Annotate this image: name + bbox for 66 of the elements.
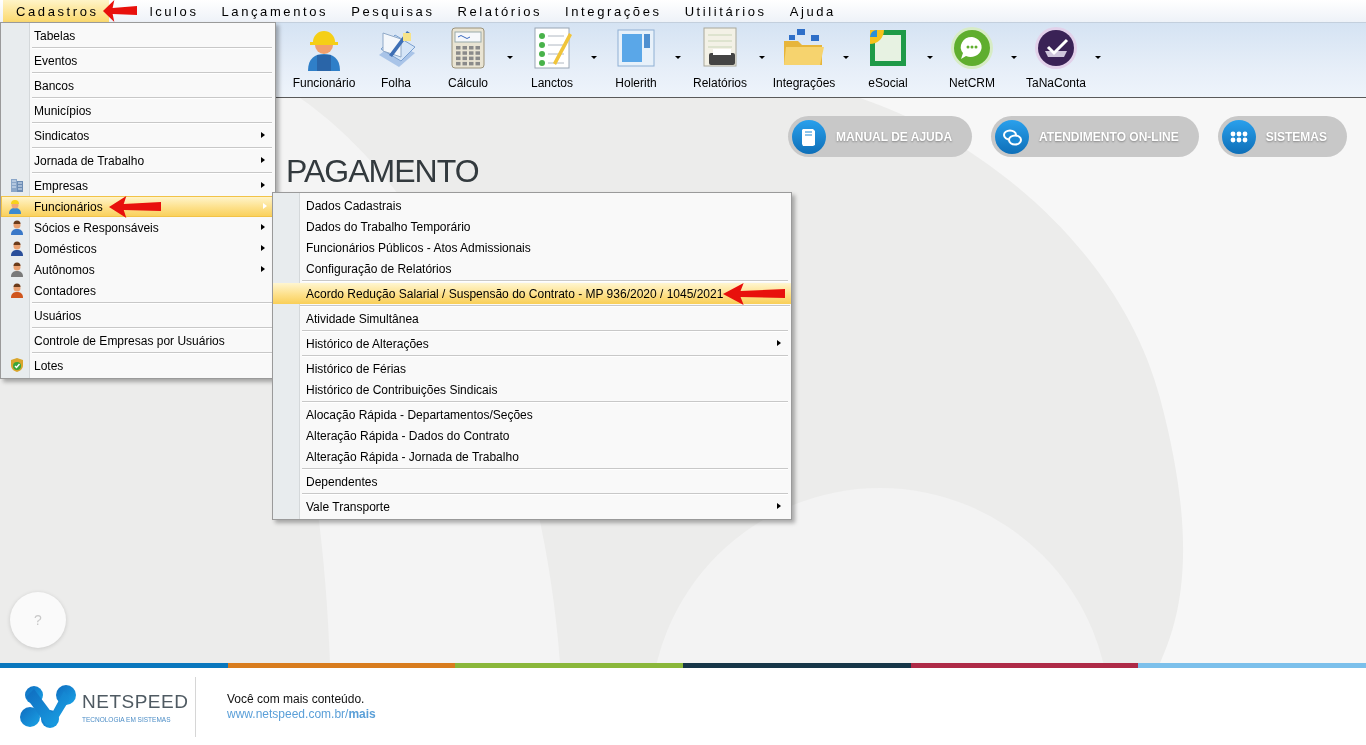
menu-item[interactable]: Alocação Rápida - Departamentos/Seções (275, 404, 789, 425)
menu-bar-item[interactable]: Relatórios (444, 0, 553, 22)
menu-bar-item[interactable]: lculos (136, 0, 209, 22)
grid-icon (1221, 119, 1256, 154)
menu-item[interactable]: Jornada de Trabalho (3, 150, 273, 175)
menu-item[interactable]: Alteração Rápida - Dados do Contrato (275, 425, 789, 446)
dropdown-caret-icon[interactable] (675, 56, 681, 59)
toolbar-button[interactable]: Holerith (600, 23, 672, 90)
building-icon (9, 177, 25, 193)
dropdown-caret-icon[interactable] (843, 56, 849, 59)
menu-item[interactable]: Bancos (3, 75, 273, 100)
menu-item[interactable]: Configuração de Relatórios (275, 258, 789, 283)
menu-item[interactable]: Sindicatos (3, 125, 273, 150)
toolbar-button[interactable]: Folha (360, 23, 432, 90)
menu-item[interactable]: Autônomos (3, 259, 273, 280)
dropdown-caret-icon[interactable] (1095, 56, 1101, 59)
menu-item[interactable]: Histórico de Contribuições Sindicais (275, 379, 789, 404)
menu-item[interactable]: Municípios (3, 100, 273, 125)
toolbar-button[interactable]: Integrações (768, 23, 840, 90)
menu-item[interactable]: Funcionários Públicos - Atos Admissionais (275, 237, 789, 258)
menu-item[interactable]: Sócios e Responsáveis (3, 217, 273, 238)
dropdown-caret-icon[interactable] (507, 56, 513, 59)
menu-bar-item[interactable]: Integrações (552, 0, 672, 22)
dropdown-caret-icon[interactable] (1011, 56, 1017, 59)
toolbar-button[interactable]: Lanctos (516, 23, 588, 90)
menu-bar-item[interactable]: Cadastros (3, 0, 109, 22)
menu-item[interactable]: Empresas (3, 175, 273, 196)
menu-item[interactable]: Histórico de Alterações (275, 333, 789, 358)
menu-item[interactable]: Dados do Trabalho Temporário (275, 216, 789, 237)
chat-icon (995, 119, 1030, 154)
dropdown-caret-icon[interactable] (591, 56, 597, 59)
menu-item[interactable]: Dados Cadastrais (275, 195, 789, 216)
menu-item[interactable]: Alteração Rápida - Jornada de Trabalho (275, 446, 789, 471)
chat-bubble-icon (949, 25, 995, 71)
footer-message: Você com mais conteúdo. (227, 691, 366, 707)
menu-item[interactable]: Contadores (3, 280, 273, 305)
menu-bar-item[interactable]: Pesquisas (338, 0, 445, 22)
menu-item[interactable]: Acordo Redução Salarial / Suspensão do Contrato - MP 936/2020 / 1045/2021 (273, 283, 791, 308)
menu-item[interactable]: Histórico de Férias (275, 358, 789, 379)
book-icon (792, 119, 827, 154)
menu-item[interactable]: Funcionários (1, 196, 275, 217)
menu-item[interactable]: Tabelas (3, 25, 273, 50)
menu-item[interactable]: Domésticos (3, 238, 273, 259)
menu-bar-item[interactable]: Lançamentos (208, 0, 339, 22)
menu-item[interactable]: Eventos (3, 50, 273, 75)
toolbar-button[interactable]: Cálculo (432, 23, 504, 90)
menu-item[interactable]: Lotes (3, 355, 273, 376)
menu-item[interactable]: Atividade Simultânea (275, 308, 789, 333)
menu-item[interactable]: Usuários (3, 305, 273, 330)
menu-item[interactable]: Dependentes (275, 471, 789, 496)
checkmark-icon (1033, 25, 1079, 71)
toolbar-button[interactable]: NetCRM (936, 23, 1008, 90)
menu-item[interactable]: Controle de Empresas por Usuários (3, 330, 273, 355)
menu-bar-item[interactable]: Utilitários (671, 0, 777, 22)
brand-name: NETSPEED (82, 690, 189, 713)
toolbar-button[interactable]: TaNaConta (1020, 23, 1092, 90)
dropdown-caret-icon[interactable] (759, 56, 765, 59)
worker-icon (7, 198, 23, 214)
toolbar-button[interactable]: Relatórios (684, 23, 756, 90)
dropdown-caret-icon[interactable] (927, 56, 933, 59)
toolbar-button[interactable]: eSocial (852, 23, 924, 90)
toolbar-button[interactable]: Funcionário (288, 23, 360, 90)
product-title: PAGAMENTO (286, 154, 479, 188)
menu-bar-item[interactable]: Ajuda (776, 0, 846, 22)
menu-item[interactable]: Vale Transporte (275, 496, 789, 517)
shield-icon (9, 357, 25, 373)
